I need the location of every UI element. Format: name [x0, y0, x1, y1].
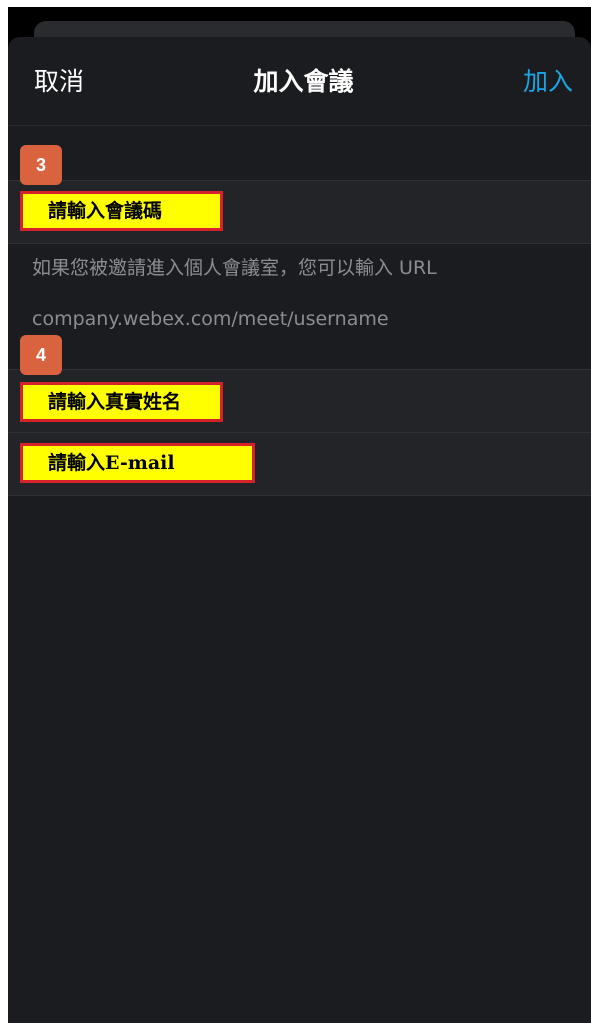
personal-room-hint: 如果您被邀請進入個人會議室，您可以輸入 URL [32, 257, 437, 279]
email-input[interactable]: 請輸入E-mail [20, 443, 255, 483]
phone-screen: 取消 加入會議 加入 如果您被邀請進入個人會議室，您可以輸入 URL compa… [8, 7, 591, 1023]
sheet-header: 取消 加入會議 加入 [8, 37, 591, 126]
step-badge-4: 4 [20, 335, 62, 375]
meeting-code-input[interactable]: 請輸入會議碼 [20, 191, 223, 231]
join-meeting-sheet: 取消 加入會議 加入 如果您被邀請進入個人會議室，您可以輸入 URL compa… [8, 37, 591, 1023]
step-badge-3: 3 [20, 145, 62, 185]
page-title: 加入會議 [253, 67, 354, 96]
personal-room-url-example: company.webex.com/meet/username [32, 308, 389, 330]
name-input[interactable]: 請輸入真實姓名 [20, 382, 223, 422]
join-button[interactable]: 加入 [523, 65, 573, 99]
